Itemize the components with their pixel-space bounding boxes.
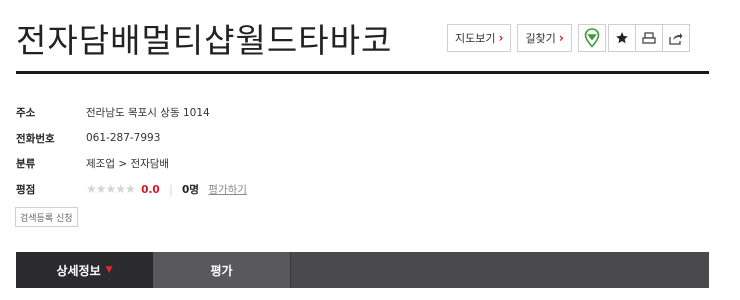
share-button[interactable] (661, 24, 690, 52)
rate-link[interactable]: 평가하기 (208, 184, 247, 196)
address-value: 전라남도 목포시 상동 1014 (86, 107, 210, 120)
rating-row: 평점 ★★★★★ 0.0 | 0명 평가하기 (16, 177, 247, 203)
rating-score: 0.0 (141, 183, 160, 196)
rating-separator: | (169, 183, 173, 196)
place-info: 주소 전라남도 목포시 상동 1014 전화번호 061-287-7993 분류… (16, 100, 247, 202)
directions-label: 길찾기 (525, 32, 556, 45)
detail-tab-bar: 상세정보 ▼ 평가 (16, 252, 709, 288)
review-count: 0명 (181, 183, 199, 196)
phone-label: 전화번호 (16, 132, 55, 145)
print-icon (642, 32, 656, 44)
tab-detail-label: 상세정보 (56, 263, 101, 278)
map-view-label: 지도보기 (455, 32, 496, 45)
map-view-button[interactable]: 지도보기 › (447, 24, 512, 52)
address-row: 주소 전라남도 목포시 상동 1014 (16, 100, 247, 126)
print-button[interactable] (634, 24, 663, 52)
share-icon (669, 32, 683, 45)
rating-label: 평점 (16, 183, 36, 196)
tab-review-label: 평가 (210, 263, 233, 278)
page-title: 전자담배멀티샵월드타바코 (16, 21, 393, 60)
title-divider (16, 71, 709, 74)
chevron-right-icon: › (558, 31, 564, 45)
category-value: 제조업 > 전자담배 (86, 158, 170, 171)
caret-down-icon: ▼ (105, 265, 113, 275)
search-registration-button[interactable]: 검색등록 신청 (15, 207, 78, 227)
category-label: 분류 (16, 158, 36, 171)
map-pin-icon (584, 28, 600, 48)
rating-value: ★★★★★ 0.0 | 0명 평가하기 (86, 182, 247, 197)
category-row: 분류 제조업 > 전자담배 (16, 151, 247, 177)
chevron-right-icon: › (498, 31, 504, 45)
tab-detail-info[interactable]: 상세정보 ▼ (16, 252, 153, 288)
tab-review[interactable]: 평가 (153, 252, 291, 288)
star-icon (615, 32, 628, 44)
phone-row: 전화번호 061-287-7993 (16, 126, 247, 152)
rating-stars: ★★★★★ (86, 181, 136, 196)
map-pin-button[interactable] (577, 24, 606, 52)
phone-value: 061-287-7993 (86, 132, 161, 145)
utility-button-group (607, 24, 690, 52)
bookmark-button[interactable] (607, 24, 636, 52)
directions-button[interactable]: 길찾기 › (517, 24, 572, 52)
action-toolbar: 지도보기 › 길찾기 › (447, 24, 690, 52)
address-label: 주소 (16, 107, 36, 120)
